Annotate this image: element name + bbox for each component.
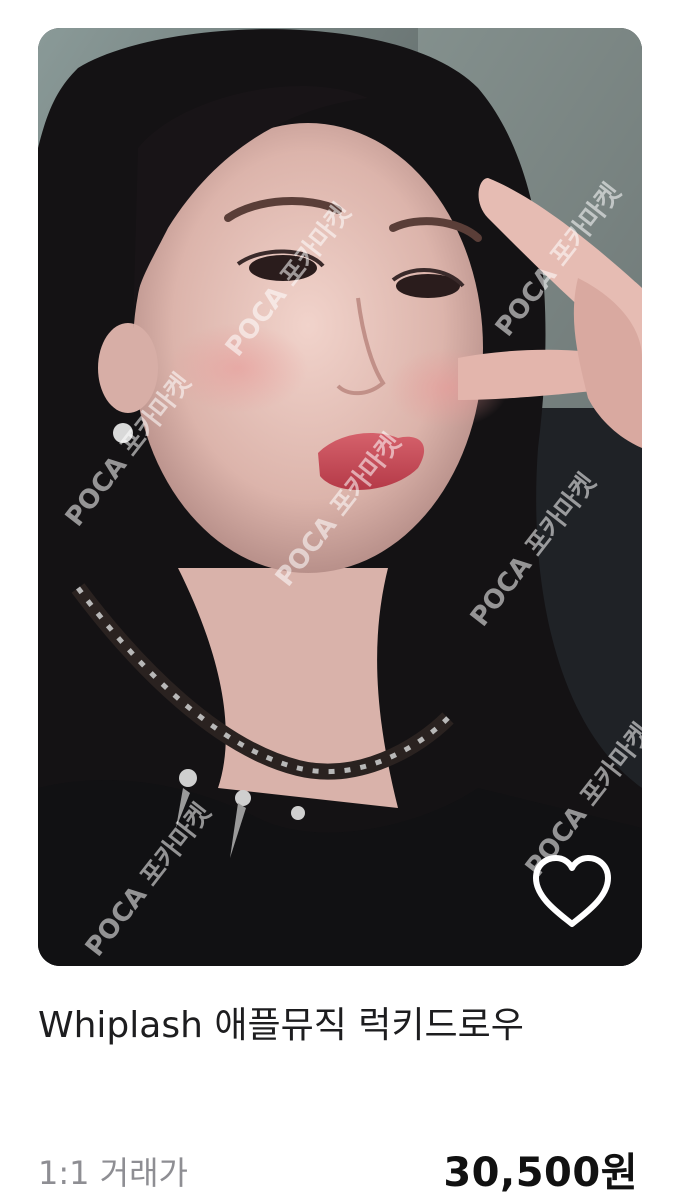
trade-type-label: 1:1 거래가 (38, 1154, 188, 1192)
product-listing-page: POCA 포카마켓 POCA 포카마켓 POCA 포카마켓 POCA 포카마켓 … (0, 0, 700, 1200)
product-photo[interactable]: POCA 포카마켓 POCA 포카마켓 POCA 포카마켓 POCA 포카마켓 … (38, 28, 642, 966)
heart-outline-icon (533, 855, 611, 927)
wishlist-button[interactable] (530, 854, 614, 930)
photocard-image: POCA 포카마켓 POCA 포카마켓 POCA 포카마켓 POCA 포카마켓 … (38, 28, 642, 966)
product-title[interactable]: Whiplash 애플뮤직 럭키드로우 (38, 1000, 658, 1052)
product-price: 30,500원 (443, 1150, 638, 1196)
